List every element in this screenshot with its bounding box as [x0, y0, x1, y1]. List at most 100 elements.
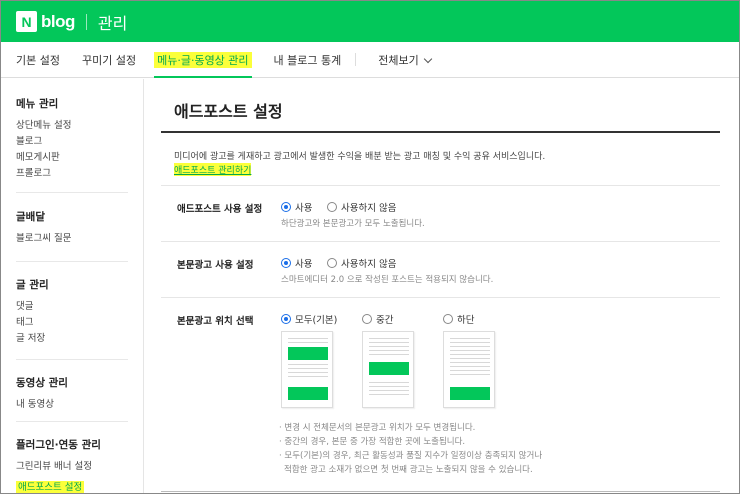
preview-line: [288, 364, 328, 365]
sidebar-group-posts: 글 관리 댓글 태그 글 저장: [16, 277, 128, 347]
preview-ad-block: [450, 387, 490, 400]
page-title: 애드포스트 설정: [174, 102, 283, 121]
body-ad-usage-label: 본문광고 사용 설정: [177, 260, 254, 271]
preview-line: [450, 358, 490, 359]
admin-page: N blog 관리 기본 설정 꾸미기 설정 메뉴·글·동영상 관리 내 블로그…: [0, 0, 740, 494]
sidebar-item-memo-board[interactable]: 메모게시판: [16, 150, 128, 166]
preview-line: [450, 354, 490, 355]
radio-label: 사용하지 않음: [341, 259, 397, 270]
sidebar-item-adpost-settings[interactable]: 애드포스트 설정: [16, 481, 85, 493]
position-all-radio[interactable]: 모두(기본): [281, 312, 337, 326]
adpost-usage-on-radio[interactable]: 사용: [281, 200, 312, 214]
radio-checked-icon: [281, 314, 291, 324]
preview-all-thumbnail[interactable]: [281, 331, 333, 408]
sidebar-group-plugins: 플러그인·연동 관리 그린리뷰 배너 설정 애드포스트 설정: [16, 437, 128, 493]
tab-basic-settings[interactable]: 기본 설정: [16, 52, 60, 68]
sidebar-divider: [16, 359, 128, 360]
preview-line: [450, 374, 490, 375]
preview-ad-block: [288, 347, 328, 360]
sidebar-item-tags[interactable]: 태그: [16, 315, 128, 331]
body-ad-usage-off-radio[interactable]: 사용하지 않음: [327, 256, 396, 270]
radio-label: 중간: [376, 315, 394, 326]
logo-text: blog: [41, 11, 75, 31]
bottom-divider: [161, 491, 720, 492]
preview-line: [369, 342, 409, 343]
radio-checked-icon: [281, 258, 291, 268]
radio-label: 사용: [295, 259, 313, 270]
tab-menu-post-video[interactable]: 메뉴·글·동영상 관리: [154, 51, 253, 78]
sidebar-item-green-review-banner[interactable]: 그린리뷰 배너 설정: [16, 459, 128, 475]
radio-label: 사용하지 않음: [341, 203, 397, 214]
sidebar-group-title: 동영상 관리: [16, 377, 68, 389]
header-section-title: 관리: [97, 13, 128, 33]
sidebar-group-title: 글배달: [16, 211, 45, 223]
preview-middle-thumbnail[interactable]: [362, 331, 414, 408]
top-header: N blog 관리: [1, 1, 739, 42]
sidebar: 메뉴 관리 상단메뉴 설정 블로그 메모게시판 프롤로그 글배달 블로그씨 질문…: [1, 79, 144, 493]
radio-unchecked-icon: [443, 314, 453, 324]
preview-ad-block: [288, 387, 328, 400]
position-bottom-radio[interactable]: 하단: [443, 312, 474, 326]
row-divider: [161, 185, 720, 186]
tab-divider: [355, 53, 357, 66]
tab-decorate-settings[interactable]: 꾸미기 설정: [82, 52, 136, 68]
sidebar-item-comments[interactable]: 댓글: [16, 299, 128, 315]
preview-line: [450, 366, 490, 367]
radio-unchecked-icon: [362, 314, 372, 324]
adpost-usage-hint: 하단광고와 본문광고가 모두 노출됩니다.: [281, 219, 425, 229]
page-description: 미디어에 광고를 게재하고 광고에서 발생한 수익을 배분 받는 광고 매칭 및…: [174, 152, 546, 162]
preview-line: [288, 338, 328, 339]
tab-blog-stats[interactable]: 내 블로그 통계: [274, 52, 342, 68]
preview-line: [369, 346, 409, 347]
body-ad-usage-on-radio[interactable]: 사용: [281, 256, 312, 270]
preview-line: [450, 362, 490, 363]
body-ad-usage-hint: 스마트에디터 2.0 으로 작성된 포스트는 적용되지 않습니다.: [281, 275, 494, 285]
sidebar-group-video: 동영상 관리 내 동영상: [16, 375, 128, 413]
naver-logo-icon: N: [16, 11, 37, 32]
sidebar-item-blog[interactable]: 블로그: [16, 134, 128, 150]
main-tabs: 기본 설정 꾸미기 설정 메뉴·글·동영상 관리 내 블로그 통계 전체보기: [1, 42, 739, 78]
sidebar-item-prologue[interactable]: 프롤로그: [16, 166, 128, 182]
preview-line: [288, 376, 328, 377]
radio-label: 하단: [457, 315, 475, 326]
adpost-usage-off-radio[interactable]: 사용하지 않음: [327, 200, 396, 214]
row-divider: [161, 297, 720, 298]
header-divider: [85, 13, 87, 30]
row-divider: [161, 241, 720, 242]
sidebar-group-menu: 메뉴 관리 상단메뉴 설정 블로그 메모게시판 프롤로그: [16, 96, 128, 182]
sidebar-divider: [16, 192, 128, 193]
preview-line: [369, 354, 409, 355]
radio-label: 모두(기본): [295, 315, 338, 326]
adpost-usage-label: 애드포스트 사용 설정: [177, 204, 263, 215]
sidebar-item-saved-posts[interactable]: 글 저장: [16, 331, 128, 347]
sidebar-divider: [16, 261, 128, 262]
preview-line: [369, 350, 409, 351]
sidebar-item-top-menu[interactable]: 상단메뉴 설정: [16, 118, 128, 134]
preview-line: [369, 394, 409, 395]
preview-line: [450, 346, 490, 347]
note-line: 적합한 광고 소재가 없으면 첫 번째 광고는 노출되지 않을 수 있습니다.: [284, 465, 533, 475]
blog-logo[interactable]: N blog: [16, 11, 75, 32]
adpost-manage-link[interactable]: 애드포스트 관리하기: [174, 163, 252, 176]
preview-line: [450, 350, 490, 351]
preview-line: [450, 338, 490, 339]
radio-label: 사용: [295, 203, 313, 214]
sidebar-item-blogssi-question[interactable]: 블로그씨 질문: [16, 231, 128, 247]
preview-line: [288, 368, 328, 369]
note-line: · 모두(기본)의 경우, 최근 활동성과 품질 지수가 일정이상 충족되지 않…: [279, 451, 543, 461]
preview-line: [288, 342, 328, 343]
sidebar-group-title: 메뉴 관리: [16, 98, 59, 110]
preview-line: [450, 370, 490, 371]
preview-line: [369, 390, 409, 391]
preview-line: [288, 372, 328, 373]
chevron-down-icon: [423, 54, 432, 63]
sidebar-group-title: 글 관리: [16, 279, 49, 291]
preview-bottom-thumbnail[interactable]: [443, 331, 495, 408]
position-middle-radio[interactable]: 중간: [362, 312, 393, 326]
sidebar-item-my-videos[interactable]: 내 동영상: [16, 397, 128, 413]
preview-line: [369, 382, 409, 383]
tab-view-all[interactable]: 전체보기: [378, 52, 432, 68]
preview-ad-block: [369, 362, 409, 375]
position-notes: · 변경 시 전체문서의 본문광고 위치가 모두 변경됩니다. · 중간의 경우…: [279, 421, 542, 477]
preview-line: [369, 338, 409, 339]
